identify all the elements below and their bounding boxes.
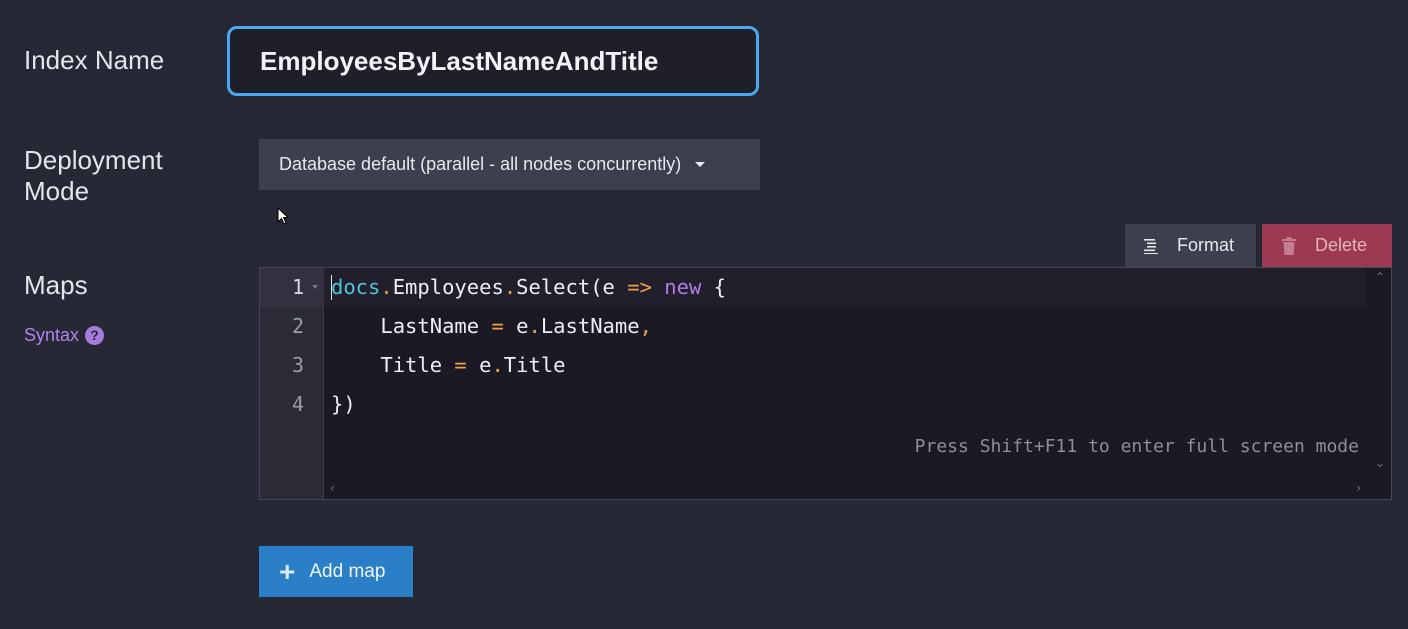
code-token: = <box>491 314 504 338</box>
delete-button[interactable]: Delete <box>1262 224 1392 267</box>
fold-arrow-icon[interactable] <box>312 285 318 289</box>
code-token: docs <box>331 275 381 299</box>
syntax-link[interactable]: Syntax ? <box>24 325 105 346</box>
code-line[interactable]: }) <box>331 385 356 424</box>
mouse-pointer-icon <box>277 207 289 225</box>
deployment-mode-selected: Database default (parallel - all nodes c… <box>279 154 682 174</box>
deployment-mode-label: Deployment Mode <box>24 145 224 207</box>
code-editor[interactable]: 1 2 3 4 docs.Employees.Select(e => new {… <box>259 267 1392 500</box>
code-line[interactable]: docs.Employees.Select(e => new { <box>331 268 726 307</box>
line-number: 4 <box>291 392 304 416</box>
code-token: new <box>664 275 702 299</box>
code-token: . <box>380 275 393 299</box>
help-icon: ? <box>85 326 105 345</box>
code-token: = <box>454 353 467 377</box>
scroll-left-icon[interactable]: ‹ <box>330 481 335 495</box>
deployment-mode-label-text: Deployment Mode <box>24 145 163 206</box>
code-token: . <box>491 353 504 377</box>
plus-icon: + <box>279 555 296 587</box>
code-token: Title <box>503 353 566 377</box>
chevron-down-icon <box>695 162 706 167</box>
scroll-right-icon[interactable]: › <box>1356 481 1361 495</box>
code-token: . <box>503 275 517 299</box>
code-line[interactable]: Title = e.Title <box>331 346 566 385</box>
code-token: e <box>466 353 492 377</box>
add-map-button[interactable]: + Add map <box>259 546 413 597</box>
trash-icon <box>1281 236 1297 255</box>
scroll-down-icon[interactable]: ⌄ <box>1375 456 1385 470</box>
line-number: 1 <box>260 268 324 307</box>
index-editor-page: Index Name Deployment Mode Database defa… <box>0 0 1408 629</box>
format-button-label: Format <box>1177 235 1235 255</box>
delete-button-label: Delete <box>1315 235 1368 255</box>
code-token: Select(e <box>516 275 628 299</box>
deployment-mode-dropdown[interactable]: Database default (parallel - all nodes c… <box>259 139 760 190</box>
text-caret <box>331 275 332 300</box>
line-number: 3 <box>291 353 304 377</box>
code-token: }) <box>331 392 356 416</box>
code-token: Employees <box>392 275 504 299</box>
line-number: 2 <box>291 314 304 338</box>
code-token: LastName <box>331 314 492 338</box>
maps-label: Maps <box>24 270 88 300</box>
code-token: Title <box>331 353 455 377</box>
code-token: . <box>528 314 541 338</box>
syntax-link-text: Syntax <box>24 325 80 345</box>
code-token: => <box>627 275 652 299</box>
code-token: e <box>503 314 529 338</box>
scroll-up-icon[interactable]: ⌃ <box>1375 270 1385 284</box>
index-name-label: Index Name <box>24 45 165 75</box>
full-screen-hint: Press Shift+F11 to enter full screen mod… <box>914 436 1359 457</box>
add-map-label: Add map <box>309 560 386 582</box>
editor-gutter: 1 2 3 4 <box>260 268 324 499</box>
code-token: LastName <box>540 314 640 338</box>
format-button[interactable]: Format <box>1125 224 1256 267</box>
format-align-icon <box>1143 238 1159 254</box>
code-token: , <box>639 314 652 338</box>
code-token: { <box>701 275 726 299</box>
code-line[interactable]: LastName = e.LastName, <box>331 307 652 346</box>
index-name-input[interactable] <box>227 26 759 96</box>
